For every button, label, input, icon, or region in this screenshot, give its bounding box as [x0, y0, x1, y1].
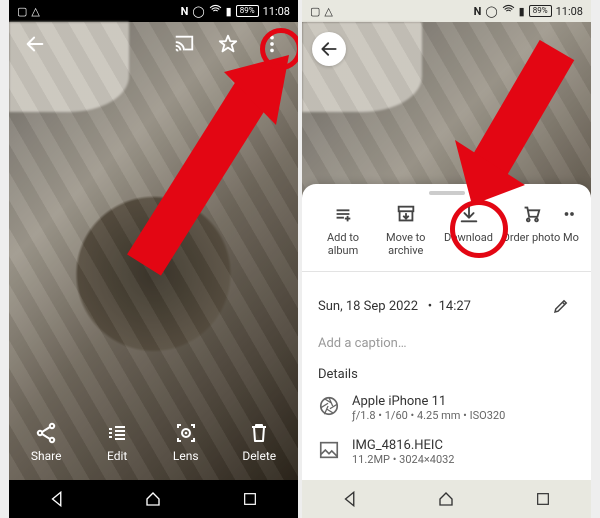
warning-icon: △ [31, 5, 39, 18]
nav-home[interactable] [137, 489, 169, 509]
edit-datetime-button[interactable] [547, 292, 575, 320]
no-sim-icon: ◯ [192, 5, 204, 18]
sheet-actions: Add to album Move toarchive Download Ord… [302, 203, 591, 271]
order-photo-label: Order photo [502, 231, 560, 244]
caption-field[interactable]: Add a caption… [302, 328, 591, 359]
annotation-circle-overflow [260, 28, 298, 70]
file-info-row: IMG_4816.HEIC 11.2MP • 3024×4032 [302, 430, 591, 474]
nav-recent[interactable] [234, 489, 266, 509]
clock: 11:08 [556, 5, 583, 18]
nfc-icon: N [181, 5, 189, 18]
bottom-actions: Share Edit Lens Delete [9, 404, 298, 480]
edit-label: Edit [107, 449, 127, 463]
bottom-sheet: Add to album Move toarchive Download Ord… [302, 184, 591, 518]
share-label: Share [31, 449, 62, 463]
nav-back[interactable] [41, 489, 73, 509]
edit-button[interactable]: Edit [105, 421, 129, 463]
nav-back[interactable] [334, 489, 366, 509]
nfc-icon: N [474, 5, 482, 18]
share-button[interactable]: Share [31, 421, 62, 463]
nav-recent[interactable] [527, 489, 559, 509]
annotation-arrow-left [104, 50, 294, 280]
nav-bar [302, 480, 591, 518]
details-title: Details [302, 359, 591, 386]
photo-time: 14:27 [439, 299, 471, 314]
device-info-row: Apple iPhone 11 ƒ/1.8 • 1/60 • 4.25 mm •… [302, 386, 591, 430]
warning-icon: △ [324, 5, 332, 18]
status-bar: ▢ △ N ◯ ▮ 89% 11:08 [9, 0, 298, 22]
signal-icon: ▮ [226, 5, 232, 18]
annotation-circle-download [450, 200, 508, 258]
no-sim-icon: ◯ [485, 5, 497, 18]
clock: 11:08 [263, 5, 290, 18]
nav-home[interactable] [430, 489, 462, 509]
wifi-icon [502, 3, 515, 19]
delete-button[interactable]: Delete [242, 421, 276, 463]
picture-icon: ▢ [310, 5, 320, 18]
photo-date: Sun, 18 Sep 2022 [318, 299, 418, 314]
add-to-album-label: Add to album [312, 231, 374, 257]
signal-icon: ▮ [519, 5, 525, 18]
picture-icon: ▢ [17, 5, 27, 18]
wifi-icon [209, 3, 222, 19]
battery-indicator: 89% [236, 5, 259, 17]
filename: IMG_4816.HEIC [352, 438, 575, 453]
move-to-archive-button[interactable]: Move toarchive [375, 203, 437, 257]
device-name: Apple iPhone 11 [352, 394, 575, 409]
lens-label: Lens [173, 449, 199, 463]
file-meta: 11.2MP • 3024×4032 [352, 453, 575, 466]
aperture-icon [318, 395, 340, 421]
add-to-album-button[interactable]: Add to album [312, 203, 374, 257]
phone-screenshot-right: ▢ △ N ◯ ▮ 89% 11:08 [302, 0, 591, 518]
back-button[interactable] [19, 28, 51, 60]
annotation-arrow-right [437, 40, 587, 210]
battery-indicator: 89% [529, 5, 552, 17]
phone-screenshot-left: ▢ △ N ◯ ▮ 89% 11:08 [9, 0, 298, 518]
image-icon [318, 439, 340, 465]
back-button[interactable] [312, 32, 346, 66]
device-meta: ƒ/1.8 • 1/60 • 4.25 mm • ISO320 [352, 409, 575, 422]
caption-placeholder: Add a caption… [318, 336, 407, 351]
lens-button[interactable]: Lens [173, 421, 199, 463]
more-option-clipped[interactable]: Mo [563, 203, 581, 257]
nav-bar [9, 480, 298, 518]
photo-date-row: Sun, 18 Sep 2022 • 14:27 [302, 284, 591, 328]
order-photo-button[interactable]: Order photo [500, 203, 562, 257]
delete-label: Delete [242, 449, 276, 463]
status-bar: ▢ △ N ◯ ▮ 89% 11:08 [302, 0, 591, 22]
